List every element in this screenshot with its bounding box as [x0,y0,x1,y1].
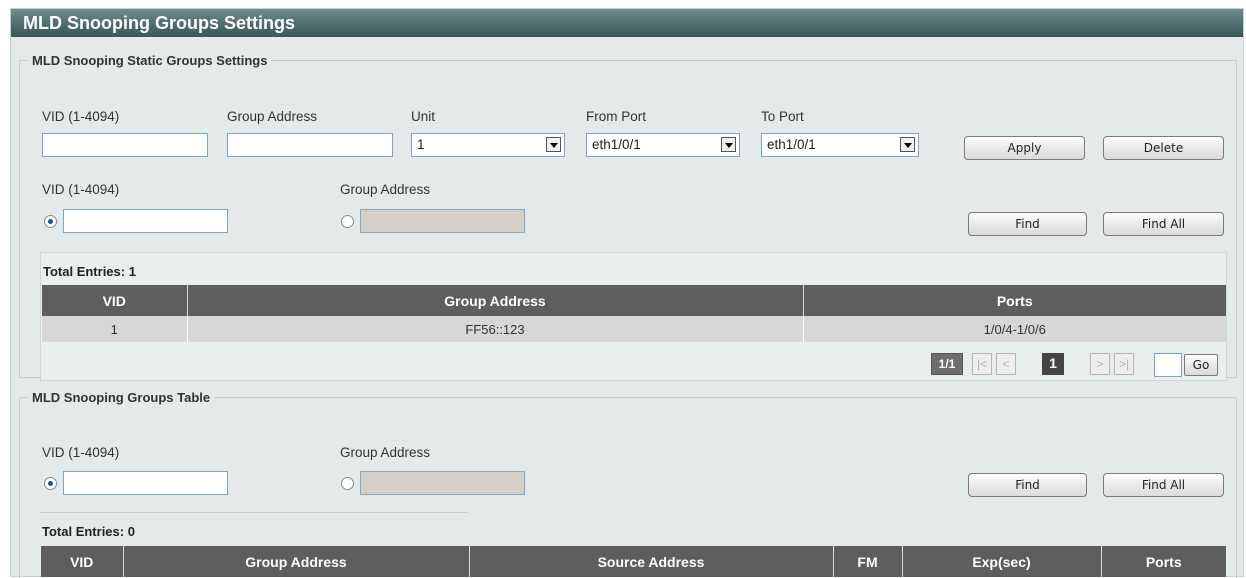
groups-table: VID Group Address Source Address FM Exp(… [41,546,1226,577]
from-port-label: From Port [586,109,647,124]
find-all-button[interactable]: Find All [1103,212,1224,236]
vid-input[interactable] [42,133,208,157]
chevron-down-icon [721,137,736,152]
table-cell: FF56::123 [187,316,804,342]
groups-table-fieldset: MLD Snooping Groups Table VID (1-4094) G… [19,390,1237,578]
chevron-down-icon [900,137,915,152]
column-header: Group Address [123,546,470,577]
table-vid-radio[interactable] [44,477,57,490]
column-header: Ports [1101,546,1226,577]
column-header: Source Address [469,546,834,577]
from-port-select[interactable]: eth1/0/1 [586,133,740,157]
unit-label: Unit [411,109,436,124]
static-entries-panel: Total Entries: 1 VID Group Address Ports… [40,252,1227,381]
table-find-all-button[interactable]: Find All [1103,473,1224,497]
page-count: 1/1 [931,353,963,375]
current-page-button[interactable]: 1 [1042,353,1064,375]
group-address-label: Group Address [227,109,318,124]
apply-button[interactable]: Apply [964,136,1085,160]
to-port-select-value: eth1/0/1 [767,137,816,152]
find-button[interactable]: Find [968,212,1087,236]
static-groups-fieldset: MLD Snooping Static Groups Settings VID … [19,53,1237,381]
table-group-address-radio[interactable] [341,477,354,490]
next-page-button[interactable]: > [1090,353,1110,375]
unit-select-value: 1 [417,137,425,152]
static-groups-legend: MLD Snooping Static Groups Settings [32,53,268,68]
find-vid-radio[interactable] [44,215,57,228]
table-vid-input[interactable] [63,471,228,495]
table-find-button[interactable]: Find [968,473,1087,497]
go-button[interactable]: Go [1184,354,1218,376]
group-address-input[interactable] [227,133,393,157]
prev-page-button[interactable]: < [996,353,1016,375]
unit-select[interactable]: 1 [411,133,565,157]
last-page-button[interactable]: >| [1114,353,1134,375]
to-port-label: To Port [761,109,804,124]
column-header: Group Address [187,285,804,316]
static-total-entries: Total Entries: 1 [43,264,136,279]
column-header: Exp(sec) [902,546,1102,577]
find-vid-label: VID (1-4094) [42,182,120,197]
divider [40,512,468,513]
static-groups-table: VID Group Address Ports 1 FF56::123 1/0/… [42,285,1226,342]
table-header-row: VID Group Address Ports [42,285,1226,316]
table-group-address-input[interactable] [360,471,525,495]
to-port-select[interactable]: eth1/0/1 [761,133,919,157]
groups-total-entries: Total Entries: 0 [42,524,135,539]
find-group-address-label: Group Address [340,182,431,197]
delete-button[interactable]: Delete [1103,136,1224,160]
vid-label: VID (1-4094) [42,109,120,124]
table-group-address-label: Group Address [340,445,431,460]
page-title: MLD Snooping Groups Settings [11,9,1243,37]
table-cell: 1/0/4-1/0/6 [803,316,1226,342]
table-cell: 1 [42,316,188,342]
find-vid-input[interactable] [63,209,228,233]
table-header-row: VID Group Address Source Address FM Exp(… [41,546,1226,577]
find-group-address-radio[interactable] [341,215,354,228]
from-port-select-value: eth1/0/1 [592,137,641,152]
column-header: FM [833,546,903,577]
groups-table-legend: MLD Snooping Groups Table [32,390,211,405]
find-group-address-input[interactable] [360,209,525,233]
column-header: VID [42,285,188,316]
main-frame: MLD Snooping Groups Settings MLD Snoopin… [10,8,1244,578]
first-page-button[interactable]: |< [972,353,992,375]
table-row: 1 FF56::123 1/0/4-1/0/6 [42,316,1226,342]
column-header: VID [41,546,124,577]
chevron-down-icon [546,137,561,152]
column-header: Ports [803,285,1226,316]
table-vid-label: VID (1-4094) [42,445,120,460]
go-page-input[interactable] [1154,353,1182,377]
